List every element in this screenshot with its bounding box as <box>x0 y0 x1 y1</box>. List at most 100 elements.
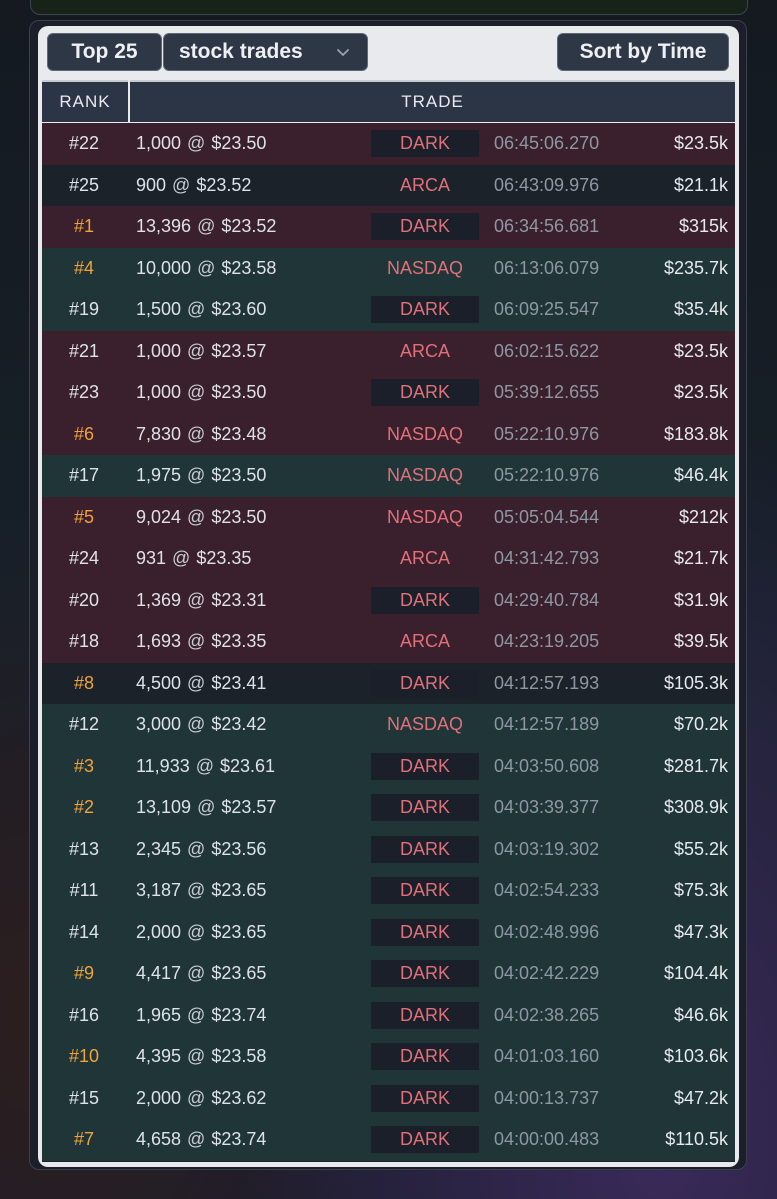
trade-price: $23.58 <box>211 1046 267 1067</box>
trade-price: $23.56 <box>211 838 267 859</box>
trade-price: $23.58 <box>221 257 277 278</box>
at-symbol: @ <box>195 755 214 776</box>
trade-row[interactable]: #18 1,693 @ $23.35 ARCA 04:23:19.205 $39.5… <box>42 621 735 663</box>
trade-row[interactable]: #12 3,000 @ $23.42 NASDAQ 04:12:57.189 $70… <box>42 704 735 746</box>
trade-venue: ARCA <box>399 548 450 569</box>
trade-price: $23.57 <box>221 797 277 818</box>
trade-time: 06:13:06.079 <box>494 257 600 278</box>
trade-size-price: 9,024 @ $23.50 <box>136 497 266 539</box>
at-symbol: @ <box>172 174 191 195</box>
trade-row[interactable]: #2 13,109 @ $23.57 DARK 04:03:39.377 $308.… <box>42 787 735 829</box>
at-symbol: @ <box>172 548 191 569</box>
trade-rank: #24 <box>68 548 100 569</box>
trade-venue-cell: DARK <box>371 1078 479 1120</box>
trade-size: 900 <box>136 174 167 195</box>
trade-price: $23.50 <box>211 506 267 527</box>
trade-price: $23.35 <box>211 631 267 652</box>
trade-row[interactable]: #23 1,000 @ $23.50 DARK 05:39:12.655 $23.5… <box>42 372 735 414</box>
at-symbol: @ <box>187 506 206 527</box>
trade-venue: NASDAQ <box>386 465 464 486</box>
at-symbol: @ <box>187 838 206 859</box>
trade-row[interactable]: #25 900 @ $23.52 ARCA 06:43:09.976 $21.1k <box>42 164 735 207</box>
trade-value: $46.4k <box>673 465 728 486</box>
trade-venue: DARK <box>371 752 479 780</box>
trade-value: $212k <box>678 506 728 527</box>
trade-rank: #5 <box>73 506 95 527</box>
trade-size-price: 900 @ $23.52 <box>136 165 251 207</box>
trade-size-price: 2,000 @ $23.65 <box>136 912 266 954</box>
trade-row[interactable]: #16 1,965 @ $23.74 DARK 04:02:38.265 $46.6… <box>42 994 735 1036</box>
trade-time: 05:05:04.544 <box>494 506 600 527</box>
trade-row[interactable]: #17 1,975 @ $23.50 NASDAQ 05:22:10.976 $46… <box>42 455 735 497</box>
trade-rank: #8 <box>73 672 95 693</box>
trade-price: $23.50 <box>211 133 267 154</box>
trade-time: 06:43:09.976 <box>494 174 600 195</box>
trade-size: 1,975 <box>136 465 182 486</box>
trade-type-label: stock trades <box>179 40 303 63</box>
trade-price: $23.60 <box>211 299 267 320</box>
trade-venue: DARK <box>371 379 479 407</box>
trade-rank: #2 <box>73 797 95 818</box>
trade-row[interactable]: #5 9,024 @ $23.50 NASDAQ 05:05:04.544 $212… <box>42 496 735 539</box>
trade-venue: NASDAQ <box>386 714 464 735</box>
trade-price: $23.74 <box>211 1004 267 1025</box>
trade-row[interactable]: #9 4,417 @ $23.65 DARK 04:02:42.229 $104.4… <box>42 953 735 995</box>
trade-venue-cell: DARK <box>371 829 479 871</box>
at-symbol: @ <box>187 631 206 652</box>
trade-row[interactable]: #20 1,369 @ $23.31 DARK 04:29:40.784 $31.9… <box>42 579 735 622</box>
trade-row[interactable]: #10 4,395 @ $23.58 DARK 04:01:03.160 $103.… <box>42 1036 735 1078</box>
trade-row[interactable]: #19 1,500 @ $23.60 DARK 06:09:25.547 $35.4… <box>42 289 735 331</box>
trade-row[interactable]: #3 11,933 @ $23.61 DARK 04:03:50.608 $281.… <box>42 745 735 787</box>
at-symbol: @ <box>187 340 206 361</box>
trade-rank: #15 <box>68 1087 100 1108</box>
trade-venue-cell: DARK <box>371 663 479 705</box>
trade-size: 11,933 <box>136 755 190 776</box>
trade-venue: DARK <box>371 960 479 988</box>
trade-venue: ARCA <box>399 631 450 652</box>
trade-column-header[interactable]: TRADE <box>130 80 735 122</box>
trade-time: 04:12:57.189 <box>494 714 600 735</box>
trade-value: $21.1k <box>673 174 728 195</box>
trade-row[interactable]: #22 1,000 @ $23.50 DARK 06:45:06.270 $23.5… <box>42 123 735 165</box>
trade-price: $23.50 <box>211 382 267 403</box>
trade-row[interactable]: #7 4,658 @ $23.74 DARK 04:00:00.483 $110.5… <box>42 1119 735 1161</box>
trade-rank: #19 <box>68 299 100 320</box>
top-25-button[interactable]: Top 25 <box>47 33 162 71</box>
trade-row[interactable]: #8 4,500 @ $23.41 DARK 04:12:57.193 $105.3… <box>42 662 735 705</box>
trade-price: $23.65 <box>211 880 267 901</box>
trade-type-select[interactable]: stock trades <box>163 33 368 71</box>
trade-time: 06:09:25.547 <box>494 299 600 320</box>
trade-row[interactable]: #13 2,345 @ $23.56 DARK 04:03:19.302 $55.2… <box>42 828 735 871</box>
trade-price: $23.48 <box>211 423 267 444</box>
trade-size-price: 10,000 @ $23.58 <box>136 248 276 290</box>
trade-row[interactable]: #1 13,396 @ $23.52 DARK 06:34:56.681 $315k <box>42 206 735 248</box>
trade-size: 7,830 <box>136 423 182 444</box>
trade-venue-cell: DARK <box>371 580 479 622</box>
trade-size: 13,396 <box>136 216 192 237</box>
trade-time: 06:45:06.270 <box>494 133 600 154</box>
trade-size-price: 13,396 @ $23.52 <box>136 206 276 248</box>
trade-rank: #7 <box>73 1129 95 1150</box>
trade-rank: #18 <box>68 631 100 652</box>
sort-by-time-button[interactable]: Sort by Time <box>557 33 729 71</box>
trade-row[interactable]: #4 10,000 @ $23.58 NASDAQ 06:13:06.079 $23… <box>42 247 735 290</box>
trade-price: $23.31 <box>211 589 267 610</box>
rank-column-header[interactable]: RANK <box>42 80 128 122</box>
trade-rank: #12 <box>68 714 100 735</box>
trade-venue: ARCA <box>399 340 450 361</box>
trade-row[interactable]: #15 2,000 @ $23.62 DARK 04:00:13.737 $47.2… <box>42 1077 735 1120</box>
trade-value: $235.7k <box>663 257 728 278</box>
at-symbol: @ <box>187 714 206 735</box>
trade-size: 9,024 <box>136 506 182 527</box>
trade-row[interactable]: #21 1,000 @ $23.57 ARCA 06:02:15.622 $23.5… <box>42 330 735 372</box>
trade-row[interactable]: #11 3,187 @ $23.65 DARK 04:02:54.233 $75.3… <box>42 870 735 912</box>
trade-price: $23.42 <box>211 714 267 735</box>
trade-row[interactable]: #14 2,000 @ $23.65 DARK 04:02:48.996 $47.3… <box>42 911 735 954</box>
trade-rank: #14 <box>68 921 100 942</box>
trade-value: $281.7k <box>663 755 728 776</box>
trade-row[interactable]: #24 931 @ $23.35 ARCA 04:31:42.793 $21.7k <box>42 538 735 580</box>
trade-size-price: 1,693 @ $23.35 <box>136 621 266 663</box>
trade-row[interactable]: #6 7,830 @ $23.48 NASDAQ 05:22:10.976 $183… <box>42 413 735 455</box>
at-symbol: @ <box>187 382 206 403</box>
trade-value: $35.4k <box>673 299 728 320</box>
